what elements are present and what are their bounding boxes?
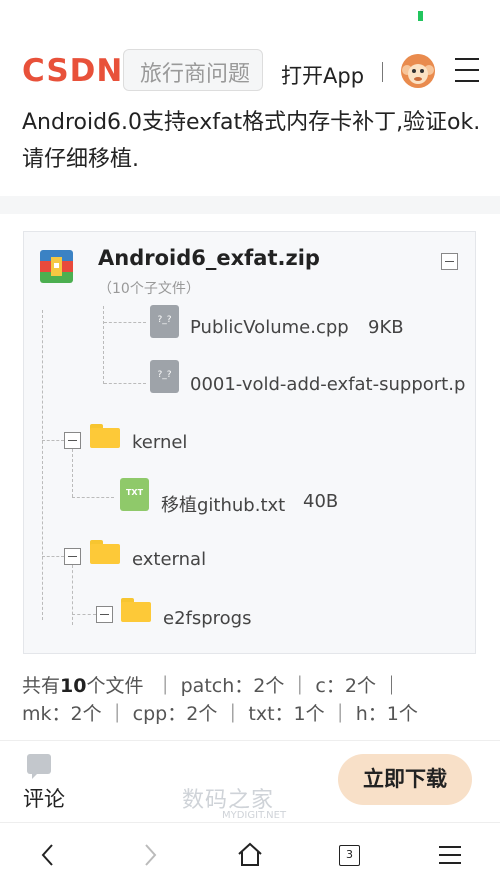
tree-file-size: 40B — [303, 491, 339, 512]
tree-line — [103, 306, 104, 384]
home-icon[interactable] — [236, 840, 264, 868]
tree-line — [72, 565, 73, 625]
signal-indicator-icon — [418, 11, 423, 21]
stats-line-2: mk：2个 ｜ cpp：2个 ｜ txt：1个 ｜ h：1个 — [22, 703, 418, 725]
stats-types: ｜ patch：2个 ｜ c：2个 ｜ — [155, 675, 402, 697]
download-button[interactable]: 立即下载 — [338, 754, 472, 805]
back-icon[interactable] — [38, 842, 58, 868]
stats-line-1: 共有10个文件 ｜ patch：2个 ｜ c：2个 ｜ — [22, 672, 482, 700]
tree-file-name[interactable]: PublicVolume.cpp — [190, 317, 349, 338]
search-input[interactable]: 旅行商问题 — [123, 49, 263, 91]
tree-line — [72, 449, 73, 497]
tree-folder-name[interactable]: external — [132, 549, 206, 570]
tree-line — [42, 556, 64, 557]
tab-count: 3 — [346, 848, 353, 861]
forward-icon[interactable] — [140, 842, 160, 868]
tree-line — [72, 614, 96, 615]
tree-line — [104, 322, 146, 323]
collapse-folder-button[interactable] — [64, 548, 81, 565]
tree-line — [72, 497, 114, 498]
tree-folder-name[interactable]: e2fsprogs — [163, 608, 252, 629]
tree-file-name[interactable]: 移植github.txt — [161, 491, 285, 517]
comment-icon[interactable] — [27, 754, 51, 779]
browser-menu-icon[interactable] — [438, 843, 462, 867]
archive-name: Android6_exfat.zip — [98, 246, 320, 270]
tabs-button[interactable]: 3 — [339, 845, 360, 866]
file-type-stats: 共有10个文件 ｜ patch：2个 ｜ c：2个 ｜ mk：2个 ｜ cpp：… — [22, 672, 482, 728]
monkey-avatar-icon — [401, 54, 435, 88]
unknown-file-icon: ?_? — [150, 360, 179, 393]
status-bar — [0, 0, 500, 40]
tree-folder-name[interactable]: kernel — [132, 432, 187, 453]
stats-total: 10 — [60, 675, 87, 697]
watermark-sub: MYDIGIT.NET — [222, 810, 287, 821]
folder-icon — [90, 540, 120, 564]
archive-file-count: （10个子文件） — [98, 281, 200, 297]
open-app-button[interactable]: 打开App — [281, 60, 364, 90]
zip-archive-icon — [40, 250, 73, 283]
section-gap — [0, 196, 500, 214]
header-divider — [382, 62, 383, 82]
collapse-folder-button[interactable] — [96, 606, 113, 623]
folder-icon — [90, 424, 120, 448]
tree-line — [42, 440, 64, 441]
folder-icon — [121, 598, 151, 622]
comment-button[interactable]: 评论 — [23, 783, 65, 813]
article-description: Android6.0支持exfat格式内存卡补丁,验证ok.请仔细移植. — [22, 110, 481, 172]
tree-line — [104, 383, 146, 384]
unknown-file-icon: ?_? — [150, 305, 179, 338]
tree-file-size: 9KB — [368, 317, 404, 338]
txt-file-icon: TXT — [120, 478, 149, 511]
stats-suffix: 个文件 — [86, 675, 144, 697]
tree-file-name[interactable]: 0001-vold-add-exfat-support.pa — [190, 374, 466, 395]
hamburger-menu-icon[interactable] — [455, 58, 479, 84]
collapse-archive-button[interactable] — [441, 253, 458, 270]
tree-line — [42, 310, 43, 620]
csdn-logo[interactable]: CSDN — [22, 53, 123, 89]
collapse-folder-button[interactable] — [64, 432, 81, 449]
stats-prefix: 共有 — [22, 675, 61, 697]
avatar[interactable] — [401, 54, 435, 88]
